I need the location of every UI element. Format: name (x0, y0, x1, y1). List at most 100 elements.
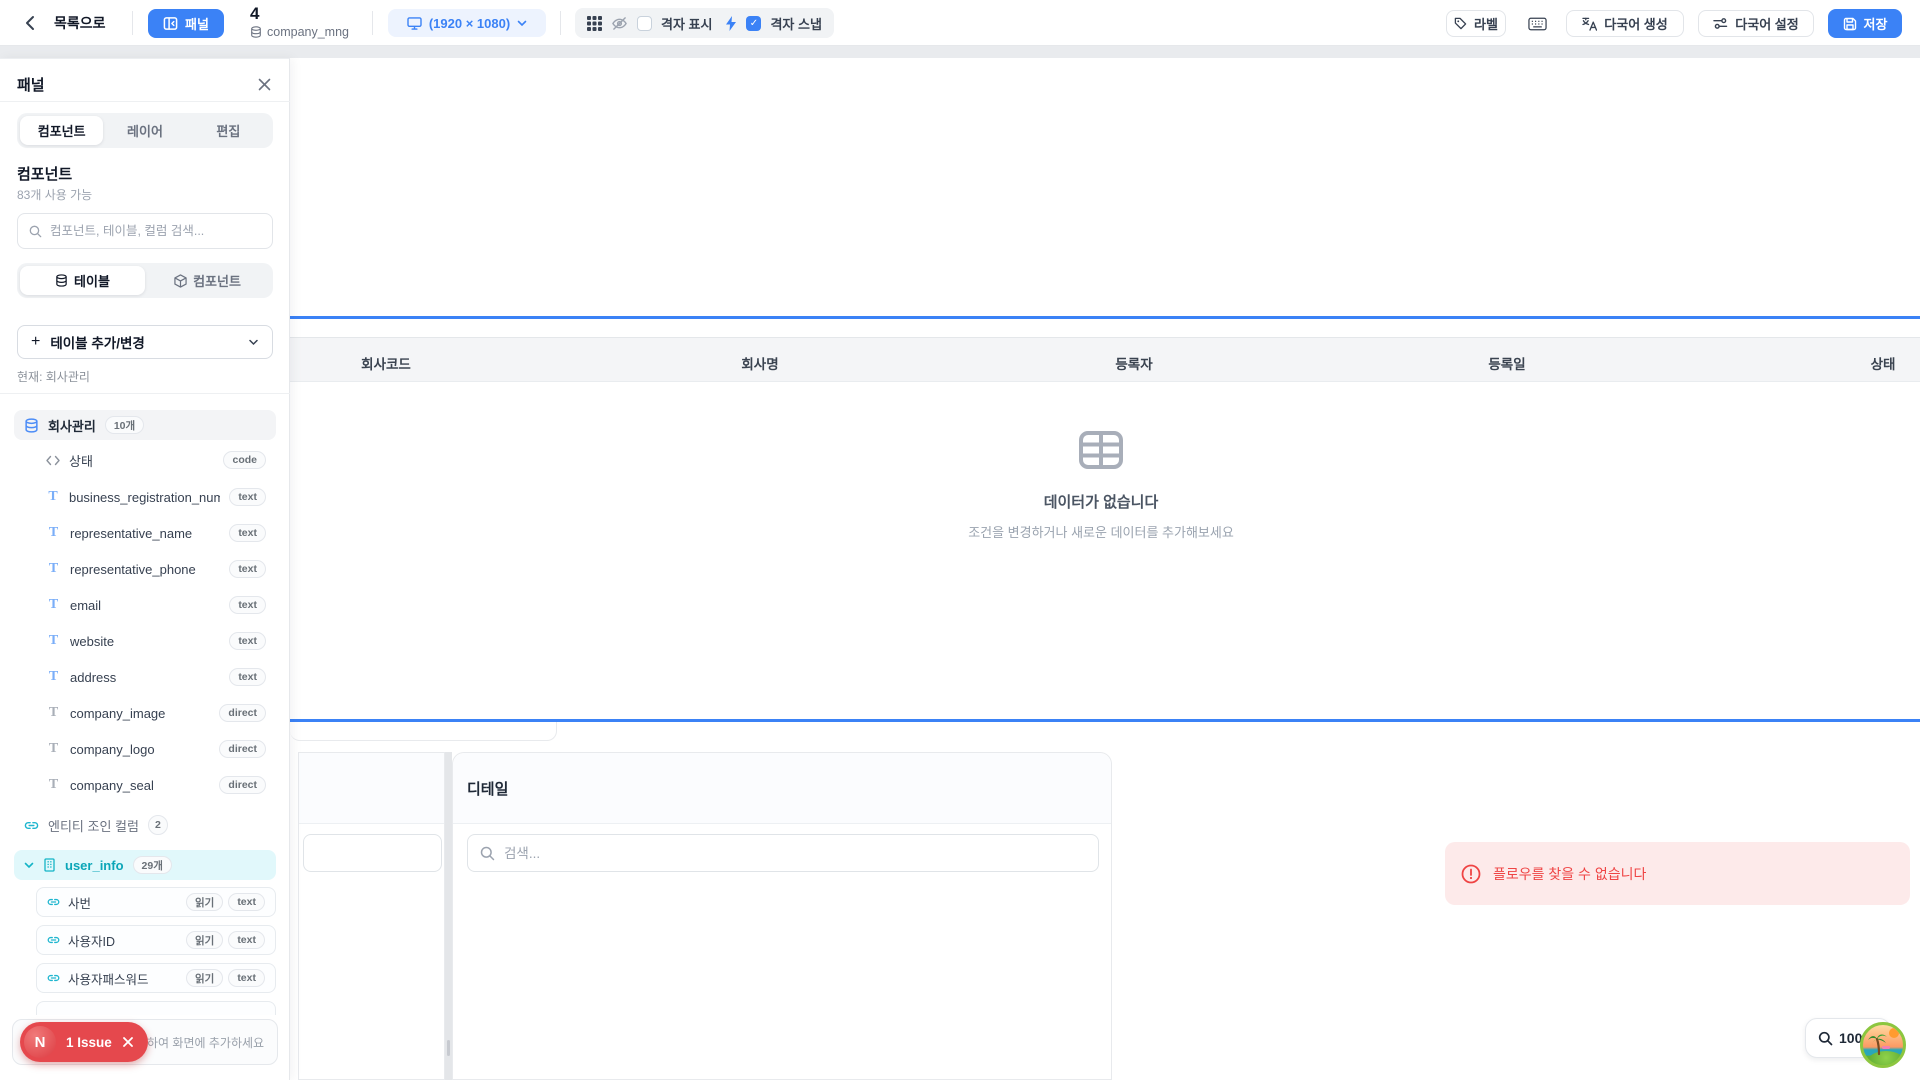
table-group-name: 회사관리 (48, 416, 96, 435)
column-name: company_logo (70, 742, 155, 757)
column-row[interactable]: T company_logo direct (14, 734, 276, 764)
join-column-row[interactable]: 사용자ID 읽기 text (36, 925, 276, 955)
panel-title: 패널 (17, 74, 45, 95)
join-column-row[interactable]: 사번 읽기 text (36, 887, 276, 917)
close-icon[interactable] (122, 1036, 134, 1048)
i18n-generate-button[interactable]: 다국어 생성 (1566, 10, 1684, 37)
selection-border-bottom (290, 719, 1920, 722)
column-name: representative_name (70, 526, 192, 541)
label-button-text: 라벨 (1474, 14, 1498, 33)
column-name: email (70, 598, 101, 613)
grid-tools-group: 격자 표시 ✓ 격자 스냅 (575, 8, 834, 38)
close-icon[interactable] (257, 77, 272, 92)
chevron-down-icon (248, 339, 259, 346)
eye-off-icon[interactable] (611, 16, 628, 31)
type-badge: text (228, 969, 265, 987)
component-search-box[interactable] (17, 213, 273, 249)
type-badge: direct (219, 776, 266, 794)
text-type-icon: T (46, 597, 61, 613)
mode-component-button[interactable]: 컴포넌트 (145, 266, 270, 295)
empty-state-subtitle: 조건을 변경하거나 새로운 데이터를 추가해보세요 (851, 522, 1351, 541)
lightning-icon[interactable] (725, 16, 737, 31)
type-badge: code (223, 451, 266, 469)
keyboard-button[interactable] (1522, 10, 1552, 37)
source-mode-switch: 테이블 컴포넌트 (17, 263, 273, 298)
grid-column-header[interactable]: 회사명 (741, 353, 778, 373)
master-search-box[interactable] (303, 834, 442, 872)
type-badge: text (229, 488, 266, 506)
text-type-icon: T (46, 561, 61, 577)
chevron-down-icon[interactable] (24, 862, 34, 869)
screen-size-dropdown[interactable]: (1920 × 1080) (388, 9, 546, 37)
column-row[interactable]: T representative_phone text (14, 554, 276, 584)
grid-icon[interactable] (587, 16, 602, 31)
tag-icon (1454, 17, 1467, 30)
direct-type-icon: T (46, 741, 61, 757)
join-column-row[interactable]: 사용자패스워드 읽기 text (36, 963, 276, 993)
column-row[interactable]: T address text (14, 662, 276, 692)
join-column-row-clipped[interactable] (36, 1001, 276, 1015)
toolbar-divider (560, 11, 561, 35)
column-row[interactable]: T website text (14, 626, 276, 656)
toolbar-divider (372, 11, 373, 35)
flow-error-text: 플로우를 찾을 수 없습니다 (1493, 864, 1646, 884)
grid-column-header[interactable]: 상태 (1871, 353, 1896, 373)
column-row[interactable]: T business_registration_numb text (14, 482, 276, 512)
panel-toggle-button[interactable]: 패널 (148, 9, 224, 38)
database-icon (55, 274, 68, 287)
grid-snap-label: 격자 스냅 (770, 14, 821, 33)
grid-snap-checkbox[interactable]: ✓ (746, 16, 761, 31)
type-badge: text (228, 931, 265, 949)
error-icon (1461, 864, 1481, 884)
column-name: address (70, 670, 116, 685)
island-sticker[interactable] (1860, 1022, 1906, 1068)
mode-component-label: 컴포넌트 (193, 271, 241, 290)
column-name: 상태 (69, 451, 93, 470)
join-table-row-user-info[interactable]: user_info 29개 (14, 850, 276, 880)
add-table-button[interactable]: + 테이블 추가/변경 (17, 325, 273, 359)
mode-table-button[interactable]: 테이블 (20, 266, 145, 295)
join-count-badge: 2 (148, 815, 168, 835)
chevron-down-icon (517, 20, 527, 27)
type-badge: text (229, 668, 266, 686)
entity-join-label: 엔티티 조인 컬럼 (48, 816, 139, 835)
detail-search-box[interactable] (467, 834, 1099, 872)
detail-search-input[interactable] (504, 846, 1086, 861)
issue-badge[interactable]: N 1 Issue (20, 1022, 148, 1062)
i18n-settings-button[interactable]: 다국어 설정 (1698, 10, 1814, 37)
text-type-icon: T (46, 525, 61, 541)
grid-column-header[interactable]: 등록일 (1488, 353, 1525, 373)
plus-icon: + (31, 334, 40, 350)
type-badge: text (229, 560, 266, 578)
back-to-list[interactable]: 목록으로 (22, 0, 106, 46)
grid-column-header[interactable]: 등록자 (1115, 353, 1152, 373)
column-row[interactable]: 상태 code (14, 445, 276, 475)
column-row[interactable]: T email text (14, 590, 276, 620)
readonly-badge: 읽기 (186, 931, 223, 949)
panel-resize-handle[interactable] (445, 752, 452, 1080)
tab-edit[interactable]: 편집 (187, 116, 270, 145)
empty-table-icon (1078, 430, 1124, 470)
tab-components[interactable]: 컴포넌트 (20, 116, 103, 145)
column-row[interactable]: T company_image direct (14, 698, 276, 728)
tab-layers[interactable]: 레이어 (103, 116, 186, 145)
translate-icon (1582, 17, 1597, 31)
grid-show-label: 격자 표시 (661, 14, 712, 33)
column-row[interactable]: T company_seal direct (14, 770, 276, 800)
component-search-input[interactable] (50, 224, 261, 238)
grid-show-checkbox[interactable] (637, 16, 652, 31)
detail-card-header: 디테일 (453, 753, 1111, 824)
panel-tabs: 컴포넌트 레이어 편집 (17, 113, 273, 148)
link-icon (24, 821, 39, 830)
column-name: business_registration_numb (69, 490, 220, 505)
table-group-row[interactable]: 회사관리 10개 (14, 410, 276, 440)
column-row[interactable]: T representative_name text (14, 518, 276, 548)
database-icon (250, 26, 262, 38)
label-button[interactable]: 라벨 (1446, 10, 1506, 37)
link-icon (47, 936, 60, 944)
save-button[interactable]: 저장 (1828, 9, 1902, 38)
back-arrow-icon (22, 14, 40, 32)
type-badge: text (228, 893, 265, 911)
grid-column-header[interactable]: 회사코드 (361, 353, 411, 373)
detail-title: 디테일 (467, 778, 508, 799)
